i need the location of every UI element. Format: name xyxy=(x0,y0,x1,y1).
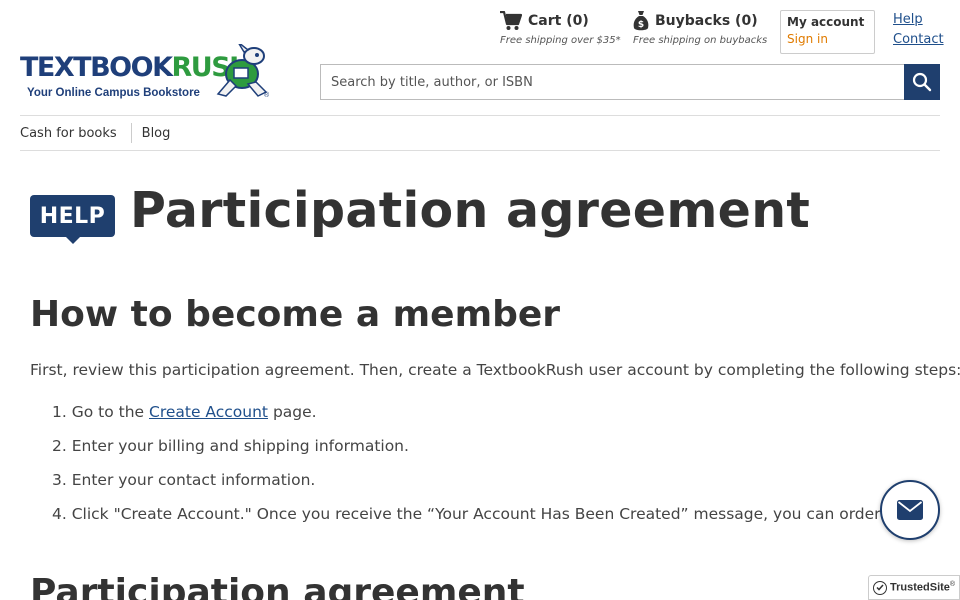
cart-label: Cart (0) xyxy=(528,13,589,29)
search-icon xyxy=(912,72,932,92)
buybacks-label: Buybacks (0) xyxy=(655,13,758,29)
chevron-down-icon xyxy=(867,21,868,23)
help-badge: HELP xyxy=(30,195,115,244)
trustedsite-badge[interactable]: TrustedSite® xyxy=(868,575,960,600)
list-item: 1. Go to the Create Account page. xyxy=(52,403,317,421)
contact-link[interactable]: Contact xyxy=(893,30,944,50)
section-heading-agreement: Participation agreement xyxy=(30,572,525,600)
nav-item-cash-for-books[interactable]: Cash for books xyxy=(20,126,127,141)
search-button[interactable] xyxy=(904,64,940,100)
intro-paragraph: First, review this participation agreeme… xyxy=(30,361,960,379)
buybacks-shipping-note: Free shipping on buybacks xyxy=(633,35,768,46)
site-logo[interactable]: TEXTBOOKRUSH Your Online Campus Bookstor… xyxy=(20,44,272,104)
account-menu[interactable]: My account Sign in xyxy=(780,10,875,54)
cart-widget[interactable]: Cart (0) Free shipping over $35* xyxy=(500,9,621,46)
search-input[interactable] xyxy=(320,64,904,100)
nav-item-blog[interactable]: Blog xyxy=(142,126,181,141)
membership-steps: 1. Go to the Create Account page. 2. Ent… xyxy=(52,403,936,539)
secondary-nav: Cash for books Blog xyxy=(20,115,940,151)
site-header: TEXTBOOKRUSH Your Online Campus Bookstor… xyxy=(0,0,960,116)
chat-button[interactable] xyxy=(880,480,940,540)
account-label: My account xyxy=(787,15,865,29)
help-link[interactable]: Help xyxy=(893,10,944,30)
list-item: 3. Enter your contact information. xyxy=(52,471,316,489)
search-bar xyxy=(320,64,940,100)
create-account-link[interactable]: Create Account xyxy=(149,403,268,421)
logo-registered-mark: ® xyxy=(264,92,270,99)
money-bag-icon: $ xyxy=(633,11,649,31)
nav-divider xyxy=(130,123,132,143)
page-title: Participation agreement xyxy=(130,182,811,239)
sign-in-link[interactable]: Sign in xyxy=(787,32,868,46)
rabbit-mascot-icon xyxy=(216,44,268,97)
section-heading-membership: How to become a member xyxy=(30,294,561,335)
buybacks-widget[interactable]: $ Buybacks (0) Free shipping on buybacks xyxy=(633,9,773,46)
list-item: 2. Enter your billing and shipping infor… xyxy=(52,437,409,455)
list-item: 4. Click "Create Account." Once you rece… xyxy=(52,505,937,523)
checkmark-icon xyxy=(873,580,887,595)
svg-text:$: $ xyxy=(638,20,644,30)
trustedsite-label: TrustedSite® xyxy=(890,581,956,594)
cart-icon xyxy=(500,11,522,30)
envelope-icon xyxy=(897,500,923,520)
top-links: Help Contact xyxy=(893,10,944,50)
logo-tagline: Your Online Campus Bookstore xyxy=(27,87,200,99)
cart-shipping-note: Free shipping over $35* xyxy=(500,35,621,46)
